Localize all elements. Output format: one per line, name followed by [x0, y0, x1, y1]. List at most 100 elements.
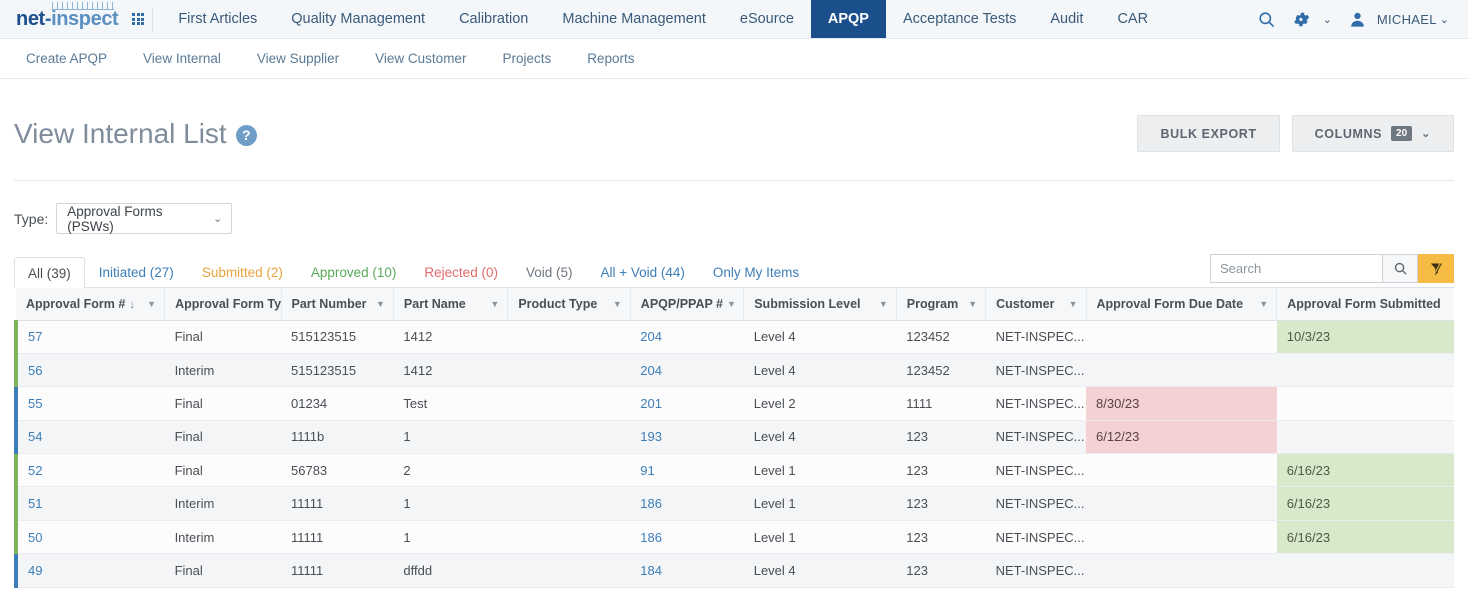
approval-form-link[interactable]: 50 [28, 530, 42, 545]
column-header-submission-level[interactable]: Submission Level ▼ [744, 288, 897, 320]
column-filter-icon[interactable]: ▼ [376, 299, 385, 309]
column-header-part-number[interactable]: Part Number ▼ [281, 288, 393, 320]
table-header-row: Approval Form #↓ ▼ Approval Form Type ▼ … [16, 288, 1454, 320]
column-filter-icon[interactable]: ▼ [613, 299, 622, 309]
table-row[interactable]: 55Final01234Test201Level 21111NET-INSPEC… [16, 387, 1454, 420]
nav-item-machine-management[interactable]: Machine Management [545, 0, 722, 38]
table-row[interactable]: 56Interim5151235151412204Level 4123452NE… [16, 353, 1454, 386]
cell-apqp-ppap[interactable]: 91 [630, 454, 743, 487]
subnav-item-view-supplier[interactable]: View Supplier [239, 51, 357, 66]
column-filter-icon[interactable]: ▼ [1259, 299, 1268, 309]
column-header-product-type[interactable]: Product Type ▼ [508, 288, 630, 320]
cell-approval-form-number[interactable]: 57 [16, 320, 165, 353]
bulk-export-button[interactable]: BULK EXPORT [1137, 115, 1279, 152]
apqp-ppap-link[interactable]: 201 [640, 396, 662, 411]
tab-rejected[interactable]: Rejected (0) [410, 256, 512, 287]
table-row[interactable]: 57Final5151235151412204Level 4123452NET-… [16, 320, 1454, 353]
subnav-item-projects[interactable]: Projects [484, 51, 569, 66]
column-header-customer[interactable]: Customer ▼ [986, 288, 1086, 320]
cell-approval-form-number[interactable]: 49 [16, 554, 165, 587]
tab-only-my-items[interactable]: Only My Items [699, 256, 813, 287]
cell-apqp-ppap[interactable]: 186 [630, 520, 743, 553]
approval-form-link[interactable]: 52 [28, 463, 42, 478]
column-filter-icon[interactable]: ▼ [968, 299, 977, 309]
approval-form-link[interactable]: 51 [28, 496, 42, 511]
cell-approval-form-number[interactable]: 51 [16, 487, 165, 520]
subnav-item-view-internal[interactable]: View Internal [125, 51, 239, 66]
approval-form-link[interactable]: 55 [28, 396, 42, 411]
nav-item-car[interactable]: CAR [1100, 0, 1165, 38]
nav-item-acceptance-tests[interactable]: Acceptance Tests [886, 0, 1033, 38]
nav-item-quality-management[interactable]: Quality Management [274, 0, 442, 38]
apqp-ppap-link[interactable]: 186 [640, 496, 662, 511]
column-header-program[interactable]: Program ▼ [896, 288, 985, 320]
table-row[interactable]: 51Interim111111186Level 1123NET-INSPEC..… [16, 487, 1454, 520]
tab-void[interactable]: Void (5) [512, 256, 587, 287]
tab-submitted[interactable]: Submitted (2) [188, 256, 297, 287]
username-label[interactable]: MICHAEL [1377, 12, 1437, 27]
user-avatar-icon[interactable] [1341, 0, 1375, 39]
apqp-ppap-link[interactable]: 204 [640, 329, 662, 344]
tab-all-plus-void[interactable]: All + Void (44) [587, 256, 699, 287]
net-inspect-logo[interactable]: net-inspect [16, 9, 118, 29]
apqp-ppap-link[interactable]: 193 [640, 429, 662, 444]
table-row[interactable]: 50Interim111111186Level 1123NET-INSPEC..… [16, 520, 1454, 553]
cell-apqp-ppap[interactable]: 186 [630, 487, 743, 520]
tab-all[interactable]: All (39) [14, 257, 85, 288]
cell-approval-form-number[interactable]: 56 [16, 353, 165, 386]
tab-initiated[interactable]: Initiated (27) [85, 256, 188, 287]
cell-apqp-ppap[interactable]: 204 [630, 320, 743, 353]
column-filter-icon[interactable]: ▼ [879, 299, 888, 309]
cell-approval-form-number[interactable]: 52 [16, 454, 165, 487]
gear-icon[interactable] [1286, 0, 1320, 39]
column-header-apqp-ppap-number[interactable]: APQP/PPAP # ▼ [630, 288, 743, 320]
cell-apqp-ppap[interactable]: 201 [630, 387, 743, 420]
type-select[interactable]: Approval Forms (PSWs) ⌄ [56, 203, 232, 234]
cell-apqp-ppap[interactable]: 184 [630, 554, 743, 587]
apps-grid-icon[interactable] [132, 13, 144, 25]
help-icon[interactable]: ? [236, 125, 257, 146]
cell-approval-form-number[interactable]: 50 [16, 520, 165, 553]
gear-chevron-down-icon[interactable]: ⌄ [1322, 13, 1339, 26]
table-row[interactable]: 52Final56783291Level 1123NET-INSPEC...6/… [16, 454, 1454, 487]
column-header-part-name[interactable]: Part Name ▼ [393, 288, 507, 320]
column-filter-icon[interactable]: ▼ [727, 299, 736, 309]
search-icon[interactable] [1250, 0, 1284, 39]
nav-item-apqp[interactable]: APQP [811, 0, 886, 38]
column-header-approval-form-submitted[interactable]: Approval Form Submitted [1277, 288, 1454, 320]
apqp-ppap-link[interactable]: 186 [640, 530, 662, 545]
cell-approval-form-number[interactable]: 54 [16, 420, 165, 453]
subnav-item-reports[interactable]: Reports [569, 51, 652, 66]
subnav-item-create-apqp[interactable]: Create APQP [8, 51, 125, 66]
table-row[interactable]: 54Final1111b1193Level 4123NET-INSPEC...6… [16, 420, 1454, 453]
columns-button[interactable]: COLUMNS 20 ⌄ [1292, 115, 1454, 152]
approval-form-link[interactable]: 54 [28, 429, 42, 444]
user-chevron-down-icon[interactable]: ⌄ [1439, 13, 1456, 26]
column-filter-icon[interactable]: ▼ [490, 299, 499, 309]
apqp-ppap-link[interactable]: 184 [640, 563, 662, 578]
nav-item-calibration[interactable]: Calibration [442, 0, 545, 38]
subnav-item-view-customer[interactable]: View Customer [357, 51, 484, 66]
table-row[interactable]: 49Final11111dffdd184Level 4123NET-INSPEC… [16, 554, 1454, 587]
column-header-approval-form-number[interactable]: Approval Form #↓ ▼ [16, 288, 165, 320]
column-header-approval-form-due-date[interactable]: Approval Form Due Date ▼ [1086, 288, 1277, 320]
column-filter-icon[interactable]: ▼ [1069, 299, 1078, 309]
cell-apqp-ppap[interactable]: 193 [630, 420, 743, 453]
tab-approved[interactable]: Approved (10) [297, 256, 411, 287]
approval-form-link[interactable]: 56 [28, 363, 42, 378]
search-input[interactable] [1210, 254, 1382, 283]
apqp-ppap-link[interactable]: 91 [640, 463, 654, 478]
apqp-ppap-link[interactable]: 204 [640, 363, 662, 378]
nav-item-first-articles[interactable]: First Articles [161, 0, 274, 38]
column-filter-icon[interactable]: ▼ [147, 299, 156, 309]
search-submit-button[interactable] [1382, 254, 1418, 283]
cell-apqp-ppap[interactable]: 204 [630, 353, 743, 386]
approval-form-link[interactable]: 57 [28, 329, 42, 344]
funnel-clear-icon[interactable] [1418, 254, 1454, 283]
chevron-down-icon: ⌄ [213, 212, 222, 225]
column-header-approval-form-type[interactable]: Approval Form Type ▼ [165, 288, 281, 320]
cell-approval-form-number[interactable]: 55 [16, 387, 165, 420]
approval-form-link[interactable]: 49 [28, 563, 42, 578]
nav-item-audit[interactable]: Audit [1033, 0, 1100, 38]
nav-item-esource[interactable]: eSource [723, 0, 811, 38]
